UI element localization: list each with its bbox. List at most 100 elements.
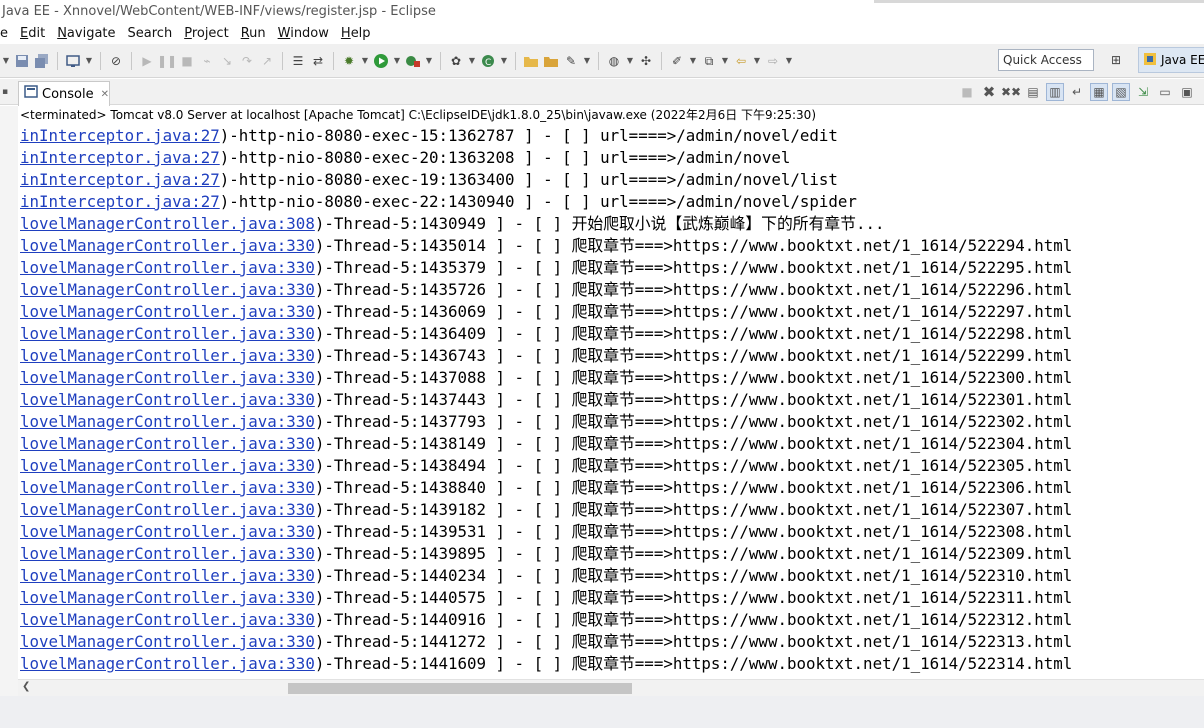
menu-edit[interactable]: Edit xyxy=(14,26,51,41)
terminate-icon[interactable]: ■ xyxy=(179,53,195,69)
show-on-stdout-icon[interactable]: ▦ xyxy=(1090,83,1108,101)
step-over-icon[interactable]: ↷ xyxy=(239,53,255,69)
source-link[interactable]: inInterceptor.java:27 xyxy=(20,192,220,211)
web-browser-dropdown-icon[interactable]: ▼ xyxy=(626,53,634,69)
new-server-icon[interactable]: ✿ xyxy=(448,53,464,69)
use-step-filters-icon[interactable]: ⇄ xyxy=(310,53,326,69)
minimize-view-icon[interactable]: ▪ xyxy=(2,87,8,97)
source-link[interactable]: lovelManagerController.java:330 xyxy=(20,522,315,541)
new-java-class-dropdown-icon[interactable]: ▼ xyxy=(500,53,508,69)
step-into-icon[interactable]: ↘ xyxy=(219,53,235,69)
source-link[interactable]: lovelManagerController.java:330 xyxy=(20,632,315,651)
terminal-icon[interactable] xyxy=(65,53,81,69)
source-link[interactable]: lovelManagerController.java:330 xyxy=(20,258,315,277)
new-java-class-icon[interactable]: C xyxy=(480,53,496,69)
step-return-icon[interactable]: ↗ xyxy=(259,53,275,69)
annotation-dropdown-icon[interactable]: ▼ xyxy=(689,53,697,69)
terminal-dropdown-icon[interactable]: ▼ xyxy=(85,53,93,69)
menu-window[interactable]: Window xyxy=(272,26,335,41)
quick-access-input[interactable]: Quick Access xyxy=(998,49,1094,71)
close-tab-icon[interactable]: ✕ xyxy=(101,89,109,100)
network-icon[interactable]: ✣ xyxy=(638,53,654,69)
drop-to-frame-icon[interactable]: ☰ xyxy=(290,53,306,69)
menu-project[interactable]: Project xyxy=(178,26,235,41)
source-link[interactable]: lovelManagerController.java:330 xyxy=(20,544,315,563)
clear-console-icon[interactable]: ▤ xyxy=(1024,83,1042,101)
terminate-icon[interactable]: ■ xyxy=(958,83,976,101)
remove-launch-icon[interactable]: ✖ xyxy=(980,83,998,101)
scroll-left-icon[interactable]: ❮ xyxy=(22,681,30,692)
source-link[interactable]: inInterceptor.java:27 xyxy=(20,170,220,189)
source-link[interactable]: lovelManagerController.java:330 xyxy=(20,500,315,519)
remove-all-terminated-icon[interactable]: ✖✖ xyxy=(1001,83,1021,101)
console-output[interactable]: inInterceptor.java:27)-http-nio-8080-exe… xyxy=(20,125,1204,679)
word-wrap-icon[interactable]: ↵ xyxy=(1068,83,1086,101)
scrollbar-thumb[interactable] xyxy=(288,683,632,694)
source-link[interactable]: lovelManagerController.java:330 xyxy=(20,434,315,453)
pen-tool-dropdown-icon[interactable]: ▼ xyxy=(583,53,591,69)
last-edit-icon[interactable]: ⧉ xyxy=(701,53,717,69)
console-view-toolbar: ■ ✖ ✖✖ ▤ ▥ ↵ ▦ ▧ ⇲ ▭ ▣ xyxy=(958,83,1196,101)
source-link[interactable]: lovelManagerController.java:330 xyxy=(20,412,315,431)
source-link[interactable]: lovelManagerController.java:330 xyxy=(20,302,315,321)
show-on-stderr-icon[interactable]: ▧ xyxy=(1112,83,1130,101)
menu-run[interactable]: Run xyxy=(235,26,272,41)
window-title-bar: Java EE - Xnnovel/WebContent/WEB-INF/vie… xyxy=(0,0,1204,22)
pen-tool-icon[interactable]: ✎ xyxy=(563,53,579,69)
source-link[interactable]: lovelManagerController.java:330 xyxy=(20,478,315,497)
source-link[interactable]: lovelManagerController.java:330 xyxy=(20,456,315,475)
source-link[interactable]: lovelManagerController.java:330 xyxy=(20,390,315,409)
new-dropdown-icon[interactable]: ▼ xyxy=(2,53,10,69)
pin-console-icon[interactable]: ⇲ xyxy=(1134,83,1152,101)
web-browser-icon[interactable]: ◍ xyxy=(606,53,622,69)
last-edit-dropdown-icon[interactable]: ▼ xyxy=(721,53,729,69)
skip-breakpoints-icon[interactable]: ⊘ xyxy=(108,53,124,69)
source-link[interactable]: lovelManagerController.java:330 xyxy=(20,236,315,255)
horizontal-scrollbar[interactable]: ❮ xyxy=(18,679,1204,696)
source-link[interactable]: lovelManagerController.java:330 xyxy=(20,566,315,585)
open-console-icon[interactable]: ▣ xyxy=(1178,83,1196,101)
suspend-icon[interactable]: ❚❚ xyxy=(157,53,177,69)
console-tab-label: Console xyxy=(42,86,94,102)
source-link[interactable]: lovelManagerController.java:330 xyxy=(20,610,315,629)
scroll-lock-icon[interactable]: ▥ xyxy=(1046,83,1064,101)
menu-file[interactable]: e xyxy=(0,26,14,41)
debug-icon[interactable]: ✹ xyxy=(341,53,357,69)
menu-help[interactable]: Help xyxy=(335,26,377,41)
source-link[interactable]: lovelManagerController.java:330 xyxy=(20,588,315,607)
source-link[interactable]: lovelManagerController.java:330 xyxy=(20,324,315,343)
run-dropdown-icon[interactable]: ▼ xyxy=(393,53,401,69)
forward-dropdown-icon[interactable]: ▼ xyxy=(785,53,793,69)
source-link[interactable]: lovelManagerController.java:330 xyxy=(20,654,315,673)
annotation-icon[interactable]: ✐ xyxy=(669,53,685,69)
resume-icon[interactable]: ▶ xyxy=(139,53,155,69)
open-perspective-icon[interactable]: ⊞ xyxy=(1108,52,1124,68)
source-link[interactable]: lovelManagerController.java:308 xyxy=(20,214,315,233)
menu-search[interactable]: Search xyxy=(122,26,179,41)
open-project-icon[interactable] xyxy=(543,53,559,69)
save-icon[interactable] xyxy=(14,53,30,69)
source-link[interactable]: inInterceptor.java:27 xyxy=(20,148,220,167)
back-dropdown-icon[interactable]: ▼ xyxy=(753,53,761,69)
forward-icon[interactable]: ⇨ xyxy=(765,53,781,69)
tab-console[interactable]: Console ✕ xyxy=(18,81,110,106)
new-server-dropdown-icon[interactable]: ▼ xyxy=(468,53,476,69)
menu-navigate[interactable]: Navigate xyxy=(51,26,121,41)
log-line: lovelManagerController.java:330)-Thread-… xyxy=(20,456,1073,475)
back-icon[interactable]: ⇦ xyxy=(733,53,749,69)
source-link[interactable]: inInterceptor.java:27 xyxy=(20,126,220,145)
open-folder-icon[interactable] xyxy=(523,53,539,69)
log-line: lovelManagerController.java:330)-Thread-… xyxy=(20,412,1073,431)
source-link[interactable]: lovelManagerController.java:330 xyxy=(20,368,315,387)
disconnect-icon[interactable]: ⌁ xyxy=(199,53,215,69)
log-line: lovelManagerController.java:330)-Thread-… xyxy=(20,434,1073,453)
debug-dropdown-icon[interactable]: ▼ xyxy=(361,53,369,69)
perspective-java-ee[interactable]: Java EE xyxy=(1138,47,1204,73)
source-link[interactable]: lovelManagerController.java:330 xyxy=(20,280,315,299)
external-tools-icon[interactable] xyxy=(405,53,421,69)
run-icon[interactable] xyxy=(373,53,389,69)
external-tools-dropdown-icon[interactable]: ▼ xyxy=(425,53,433,69)
display-console-icon[interactable]: ▭ xyxy=(1156,83,1174,101)
save-all-icon[interactable] xyxy=(34,53,50,69)
source-link[interactable]: lovelManagerController.java:330 xyxy=(20,346,315,365)
